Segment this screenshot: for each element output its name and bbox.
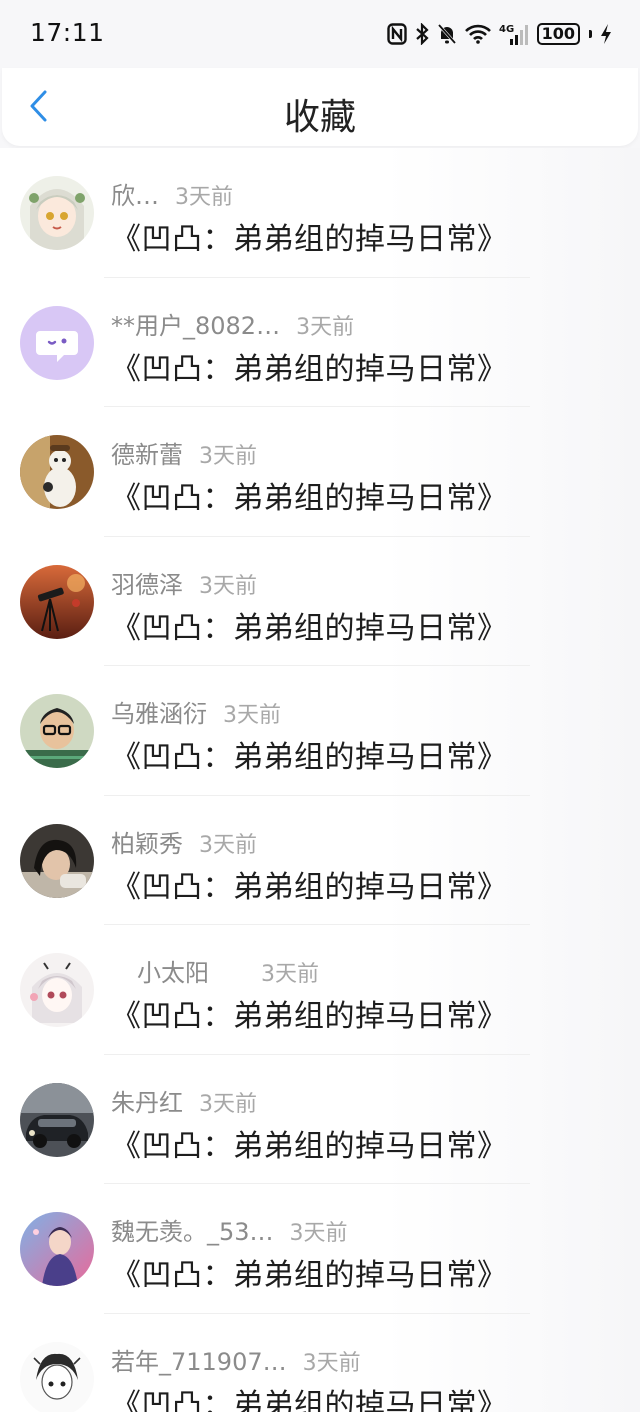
user-name[interactable]: 羽德泽 bbox=[111, 565, 183, 600]
list-item[interactable]: 小太阳 3天前 《凹凸：弟弟组的掉马日常》 bbox=[0, 925, 640, 1055]
item-meta: 德新蕾 3天前 bbox=[111, 435, 257, 470]
user-name[interactable]: 小太阳 bbox=[137, 953, 209, 988]
camera-avatar bbox=[20, 564, 94, 639]
user-name[interactable]: **用户_8082… bbox=[111, 306, 280, 341]
status-time: 17:11 bbox=[30, 18, 105, 47]
battery-icon: 100 bbox=[536, 23, 580, 45]
header: 收藏 bbox=[0, 68, 640, 148]
list-item[interactable]: 欣… 3天前 《凹凸：弟弟组的掉马日常》 bbox=[0, 148, 640, 278]
favorites-list: 欣… 3天前 《凹凸：弟弟组的掉马日常》 **用户_8082… 3天前 《凹凸：… bbox=[0, 148, 640, 1412]
bell-off-icon bbox=[437, 23, 457, 45]
item-meta: 欣… 3天前 bbox=[111, 176, 233, 211]
time-label: 3天前 bbox=[199, 444, 257, 469]
time-label: 3天前 bbox=[289, 1221, 348, 1246]
user-name[interactable]: 乌雅涵衍 bbox=[111, 694, 207, 729]
avatar[interactable] bbox=[20, 1212, 94, 1286]
status-bar: 17:11 4G 100 bbox=[0, 0, 640, 68]
book-title[interactable]: 《凹凸：弟弟组的掉马日常》 bbox=[111, 1250, 508, 1294]
list-item[interactable]: 乌雅涵衍 3天前 《凹凸：弟弟组的掉马日常》 bbox=[0, 666, 640, 796]
default-chat-avatar bbox=[20, 305, 94, 380]
charging-icon bbox=[600, 23, 612, 45]
status-icons: 4G 100 bbox=[386, 20, 612, 48]
list-item[interactable]: 羽德泽 3天前 《凹凸：弟弟组的掉马日常》 bbox=[0, 537, 640, 666]
book-title[interactable]: 《凹凸：弟弟组的掉马日常》 bbox=[111, 603, 508, 647]
header-card: 收藏 bbox=[2, 68, 638, 146]
time-label: 3天前 bbox=[261, 962, 319, 987]
item-meta: 乌雅涵衍 3天前 bbox=[111, 694, 281, 729]
item-meta: 若年_711907… 3天前 bbox=[111, 1342, 361, 1377]
avatar[interactable] bbox=[20, 564, 94, 639]
person-glasses-avatar bbox=[20, 694, 94, 768]
list-item[interactable]: 德新蕾 3天前 《凹凸：弟弟组的掉马日常》 bbox=[0, 407, 640, 537]
time-label: 3天前 bbox=[199, 832, 257, 858]
time-label: 3天前 bbox=[296, 314, 355, 340]
book-title[interactable]: 《凹凸：弟弟组的掉马日常》 bbox=[111, 473, 508, 517]
battery-tip bbox=[589, 30, 592, 38]
nfc-icon bbox=[386, 23, 407, 45]
avatar[interactable] bbox=[20, 305, 94, 380]
bluetooth-icon bbox=[415, 23, 429, 45]
cartoon-avatar bbox=[20, 435, 94, 509]
avatar[interactable] bbox=[20, 1082, 94, 1157]
item-meta: 朱丹红 3天前 bbox=[111, 1083, 257, 1118]
item-meta: 柏颖秀 3天前 bbox=[111, 824, 257, 859]
time-label: 3天前 bbox=[175, 185, 233, 210]
wifi-icon bbox=[464, 24, 491, 44]
item-meta: 羽德泽 3天前 bbox=[111, 565, 257, 600]
user-name[interactable]: 柏颖秀 bbox=[111, 824, 183, 859]
book-title[interactable]: 《凹凸：弟弟组的掉马日常》 bbox=[111, 732, 508, 776]
user-name[interactable]: 若年_711907… bbox=[111, 1342, 287, 1377]
signal-4g-icon: 4G bbox=[499, 22, 529, 46]
item-meta: **用户_8082… 3天前 bbox=[111, 306, 354, 341]
time-label: 3天前 bbox=[199, 573, 257, 599]
person-avatar bbox=[20, 823, 94, 898]
anime-girl-avatar bbox=[20, 176, 94, 250]
book-title[interactable]: 《凹凸：弟弟组的掉马日常》 bbox=[111, 1121, 508, 1165]
list-item[interactable]: 柏颖秀 3天前 《凹凸：弟弟组的掉马日常》 bbox=[0, 796, 640, 925]
time-label: 3天前 bbox=[199, 1091, 257, 1117]
car-avatar bbox=[20, 1082, 94, 1157]
book-title[interactable]: 《凹凸：弟弟组的掉马日常》 bbox=[111, 1380, 508, 1412]
avatar[interactable] bbox=[20, 823, 94, 898]
book-title[interactable]: 《凹凸：弟弟组的掉马日常》 bbox=[111, 862, 508, 906]
anime-sketch-avatar bbox=[20, 953, 94, 1027]
user-name[interactable]: 魏无羡。_53… bbox=[111, 1212, 274, 1247]
user-name[interactable]: 朱丹红 bbox=[111, 1083, 183, 1118]
item-meta: 小太阳 3天前 bbox=[111, 953, 319, 988]
list-item[interactable]: 若年_711907… 3天前 《凹凸：弟弟组的掉马日常》 bbox=[0, 1314, 640, 1412]
anime-boy-avatar bbox=[20, 1212, 94, 1286]
book-title[interactable]: 《凹凸：弟弟组的掉马日常》 bbox=[111, 344, 508, 388]
avatar[interactable] bbox=[20, 176, 94, 250]
book-title[interactable]: 《凹凸：弟弟组的掉马日常》 bbox=[111, 991, 508, 1035]
user-name[interactable]: 德新蕾 bbox=[111, 435, 183, 470]
list-item[interactable]: 朱丹红 3天前 《凹凸：弟弟组的掉马日常》 bbox=[0, 1055, 640, 1184]
battery-level: 100 bbox=[541, 24, 575, 43]
user-name[interactable]: 欣… bbox=[111, 176, 159, 211]
svg-text:4G: 4G bbox=[499, 24, 514, 35]
list-item[interactable]: 魏无羡。_53… 3天前 《凹凸：弟弟组的掉马日常》 bbox=[0, 1184, 640, 1314]
item-meta: 魏无羡。_53… 3天前 bbox=[111, 1212, 348, 1247]
list-item[interactable]: **用户_8082… 3天前 《凹凸：弟弟组的掉马日常》 bbox=[0, 278, 640, 407]
avatar[interactable] bbox=[20, 953, 94, 1027]
avatar[interactable] bbox=[20, 435, 94, 509]
book-title[interactable]: 《凹凸：弟弟组的掉马日常》 bbox=[111, 214, 508, 258]
avatar[interactable] bbox=[20, 1341, 94, 1412]
page-title: 收藏 bbox=[283, 97, 356, 138]
time-label: 3天前 bbox=[223, 703, 281, 728]
anime-sketch-avatar bbox=[20, 1341, 94, 1412]
avatar[interactable] bbox=[20, 694, 94, 768]
time-label: 3天前 bbox=[302, 1350, 361, 1376]
